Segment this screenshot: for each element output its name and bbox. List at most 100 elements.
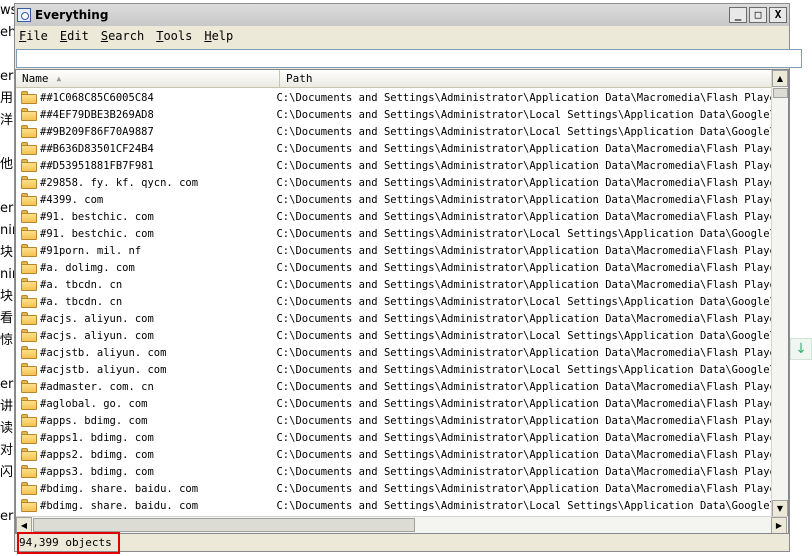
menu-help[interactable]: Help [204,29,233,43]
name-cell: #a. tbcdn. cn [16,278,270,291]
table-row[interactable]: #4399. com C:\Documents and Settings\Admi… [16,191,788,208]
maximize-button[interactable]: □ [749,7,767,23]
file-path: C:\Documents and Settings\Administrator\… [276,465,788,478]
background-text: nir [0,267,14,282]
file-name: #apps3. bdimg. com [40,465,154,478]
table-row[interactable]: ##4EF79DBE3B269AD8 C:\Documents and Setti… [16,106,788,123]
table-row[interactable]: #aglobal. go. com C:\Documents and Settin… [16,395,788,412]
table-row[interactable]: #apps2. bdimg. com C:\Documents and Setti… [16,446,788,463]
file-name: #acjstb. aliyun. com [40,363,167,376]
background-text: 用 [0,91,14,106]
background-text [0,176,14,198]
table-row[interactable]: #91. bestchic. com C:\Documents and Setti… [16,208,788,225]
folder-icon [21,176,37,189]
name-cell: #apps2. bdimg. com [16,448,270,461]
file-path: C:\Documents and Settings\Administrator\… [276,499,788,512]
table-row[interactable]: #apps. bdimg. com C:\Documents and Settin… [16,412,788,429]
scroll-down-button[interactable]: ▼ [772,500,788,517]
file-path: C:\Documents and Settings\Administrator\… [276,346,788,359]
file-path: C:\Documents and Settings\Administrator\… [276,227,788,240]
folder-icon [21,244,37,257]
vertical-scroll-thumb[interactable] [773,88,788,98]
file-name: #a. tbcdn. cn [40,278,123,291]
table-row[interactable]: ##1C068C85C6005C84 C:\Documents and Setti… [16,89,788,106]
file-path: C:\Documents and Settings\Administrator\… [276,142,788,155]
file-name: #apps2. bdimg. com [40,448,154,461]
background-text [0,132,14,154]
file-name: #4399. com [40,193,104,206]
name-cell: #acjs. aliyun. com [16,329,270,342]
menu-tools[interactable]: Tools [156,29,192,43]
table-row[interactable]: #a. tbcdn. cn C:\Documents and Settings\A… [16,276,788,293]
menu-label: elp [211,29,234,43]
file-path: C:\Documents and Settings\Administrator\… [276,159,788,172]
file-path: C:\Documents and Settings\Administrator\… [276,244,788,257]
background-text: 洋 [0,113,14,128]
menu-edit[interactable]: Edit [60,29,89,43]
folder-icon [21,227,37,240]
table-row[interactable]: #acjs. aliyun. com C:\Documents and Setti… [16,310,788,327]
folder-icon [21,414,37,427]
close-button[interactable]: X [769,7,787,23]
minimize-button[interactable]: _ [729,7,747,23]
scroll-right-button[interactable]: ▶ [771,517,787,533]
file-name: #91. bestchic. com [40,210,154,223]
menu-label: earch [108,29,145,43]
table-row[interactable]: #acjstb. aliyun. com C:\Documents and Set… [16,361,788,378]
table-row[interactable]: #bdimg. share. baidu. com C:\Documents an… [16,497,788,514]
folder-icon [21,125,37,138]
table-row[interactable]: #apps1. bdimg. com C:\Documents and Setti… [16,429,788,446]
folder-icon [21,159,37,172]
background-text: 对 [0,443,14,458]
file-name: #bdimg. share. baidu. com [40,482,199,495]
window-title: Everything [35,8,109,22]
file-path: C:\Documents and Settings\Administrator\… [276,125,788,138]
background-text: ws [0,3,14,18]
name-cell: #aglobal. go. com [16,397,270,410]
file-name: ##9B209F86F70A9887 [40,125,154,138]
table-row[interactable]: ##B636D83501CF24B4 C:\Documents and Setti… [16,140,788,157]
search-input[interactable] [16,48,802,68]
table-row[interactable]: #29858. fy. kf. qycn. com C:\Documents an… [16,174,788,191]
background-right-edge [790,0,812,552]
table-row[interactable]: #acjstb. aliyun. com C:\Documents and Set… [16,344,788,361]
file-path: C:\Documents and Settings\Administrator\… [276,448,788,461]
folder-icon [21,465,37,478]
column-header-name[interactable]: Name ▲ [16,70,280,87]
table-row[interactable]: #91porn. mil. nf C:\Documents and Setting… [16,242,788,259]
menu-search[interactable]: Search [101,29,144,43]
table-row[interactable]: #apps3. bdimg. com C:\Documents and Setti… [16,463,788,480]
menu-bar: File Edit Search Tools Help [15,26,789,46]
folder-icon [21,261,37,274]
background-text: nir [0,223,14,238]
file-path: C:\Documents and Settings\Administrator\… [276,397,788,410]
name-cell: #acjs. aliyun. com [16,312,270,325]
table-row[interactable]: #a. dolimg. com C:\Documents and Settings… [16,259,788,276]
column-header-path[interactable]: Path [280,70,788,87]
table-row[interactable]: ##9B209F86F70A9887 C:\Documents and Setti… [16,123,788,140]
download-icon[interactable]: ↓ [790,338,812,360]
status-bar: 94,399 objects [15,532,789,554]
folder-icon [21,142,37,155]
horizontal-scroll-thumb[interactable] [33,518,415,532]
background-text: er [0,69,14,84]
folder-icon [21,193,37,206]
table-row[interactable]: #bdimg. share. baidu. com C:\Documents an… [16,480,788,497]
name-cell: #apps. bdimg. com [16,414,270,427]
table-row[interactable]: #acjs. aliyun. com C:\Documents and Setti… [16,327,788,344]
background-text [0,44,14,66]
menu-file[interactable]: File [19,29,48,43]
background-text: 闪 [0,465,14,480]
table-row[interactable]: #admaster. com. cn C:\Documents and Setti… [16,378,788,395]
name-cell: #29858. fy. kf. qycn. com [16,176,270,189]
table-row[interactable]: ##D53951881FB7F981 C:\Documents and Setti… [16,157,788,174]
file-path: C:\Documents and Settings\Administrator\… [276,380,788,393]
horizontal-scrollbar[interactable]: ◀ ▶ [16,516,788,533]
background-text: 块 [0,245,14,260]
vertical-scrollbar[interactable]: ▲ ▼ [771,70,788,517]
background-text [0,352,14,374]
file-name: #aglobal. go. com [40,397,148,410]
table-row[interactable]: #91. bestchic. com C:\Documents and Setti… [16,225,788,242]
scroll-up-button[interactable]: ▲ [772,70,788,87]
table-row[interactable]: #a. tbcdn. cn C:\Documents and Settings\A… [16,293,788,310]
